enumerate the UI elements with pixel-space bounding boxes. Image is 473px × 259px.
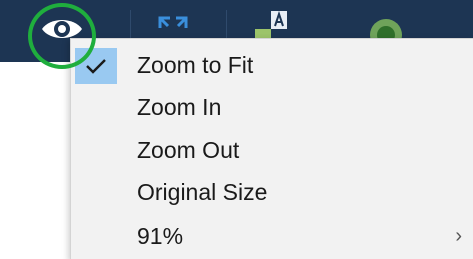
check-cell bbox=[75, 48, 117, 84]
menu-item-label: Original Size bbox=[137, 178, 268, 205]
menu-item-zoom-out[interactable]: Zoom Out bbox=[71, 129, 473, 171]
menu-item-label: 91% bbox=[137, 222, 184, 249]
menu-item-zoom-to-fit[interactable]: Zoom to Fit bbox=[71, 44, 473, 86]
checkmark-icon bbox=[86, 59, 106, 74]
menu-item-zoom-percent[interactable]: 91% › bbox=[71, 215, 473, 257]
chevron-right-icon: › bbox=[455, 224, 462, 247]
menu-item-zoom-in[interactable]: Zoom In bbox=[71, 86, 473, 128]
zoom-context-menu: Zoom to Fit Zoom In Zoom Out Original Si… bbox=[70, 38, 473, 259]
screenshot-stage: Zoom to Fit Zoom In Zoom Out Original Si… bbox=[0, 0, 473, 259]
left-panel bbox=[0, 62, 70, 259]
menu-item-label: Zoom Out bbox=[137, 136, 240, 163]
menu-item-original-size[interactable]: Original Size bbox=[71, 171, 473, 213]
menu-item-label: Zoom to Fit bbox=[137, 51, 254, 78]
menu-item-label: Zoom In bbox=[137, 93, 222, 120]
